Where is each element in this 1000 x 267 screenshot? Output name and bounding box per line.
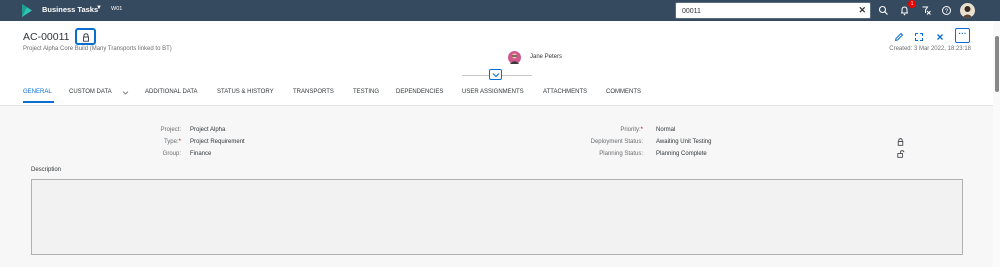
person-name: Jane Peters [530,54,563,60]
shell-bar: Business Tasks ▼ W01 ✕ 1 ? [0,0,1000,21]
tab-comments[interactable]: COMMENTS [606,89,641,95]
page-title: AC-00011 [23,31,70,43]
deployment-status-value: Awaiting Unit Testing [656,139,712,145]
search-field[interactable]: ✕ [675,2,871,19]
chevron-down-icon[interactable] [122,90,129,96]
tab-additional-data[interactable]: ADDITIONAL DATA [145,89,198,95]
person-avatar [508,51,521,64]
tab-bar: GENERAL CUSTOM DATA ADDITIONAL DATA STAT… [0,85,993,104]
workspace-label: W01 [111,6,123,12]
unlock-icon[interactable] [897,150,905,158]
priority-label: Priority:* [620,127,643,133]
lock-icon [83,33,89,42]
fullscreen-icon[interactable] [912,30,926,44]
collapse-header-button[interactable] [489,69,502,80]
user-avatar[interactable] [960,3,975,18]
scrollbar-thumb[interactable] [995,36,999,92]
close-icon[interactable] [933,30,947,44]
tab-status-history[interactable]: STATUS & HISTORY [217,89,274,95]
description-textarea[interactable] [31,179,963,255]
edit-icon[interactable] [892,30,906,44]
project-value: Project Alpha [190,127,226,133]
priority-value: Normal [656,127,676,133]
type-value: Project Requirement [190,139,245,145]
group-value: Finance [190,151,212,157]
lock-icon[interactable] [897,138,904,146]
active-tab-indicator [23,101,54,103]
general-section: Project: Project Alpha Type:* Project Re… [0,107,993,267]
created-timestamp: Created: 3 Mar 2022, 18:23:18 [889,46,971,52]
sap-logo-icon[interactable] [22,4,32,17]
help-icon[interactable]: ? [941,5,952,16]
project-label: Project: [160,127,181,133]
tab-custom-data[interactable]: CUSTOM DATA [69,89,112,95]
tab-testing[interactable]: TESTING [353,89,379,95]
more-actions-button[interactable]: ··· [955,28,970,43]
notification-badge: 1 [908,0,916,8]
chevron-down-icon [492,73,500,78]
filter-icon[interactable] [921,5,932,16]
search-input[interactable] [682,6,852,16]
planning-status-value: Planning Complete [656,151,707,157]
tab-user-assignments[interactable]: USER ASSIGNMENTS [462,89,524,95]
close-icon[interactable]: ✕ [858,5,866,16]
type-label: Type:* [163,139,181,145]
tab-attachments[interactable]: ATTACHMENTS [543,89,587,95]
app-title[interactable]: Business Tasks [42,5,98,14]
tab-general[interactable]: GENERAL [23,89,52,95]
tab-dependencies[interactable]: DEPENDENCIES [396,89,443,95]
chevron-down-icon[interactable]: ▼ [96,5,102,11]
object-subtitle: Project Alpha Core Build (Many Transport… [23,46,172,52]
lock-button[interactable] [75,28,96,45]
group-label: Group: [162,151,181,157]
tab-transports[interactable]: TRANSPORTS [293,89,334,95]
search-icon[interactable] [878,5,889,16]
deployment-status-label: Deployment Status: [590,139,643,145]
planning-status-label: Planning Status: [599,151,643,157]
description-label: Description [31,167,62,173]
